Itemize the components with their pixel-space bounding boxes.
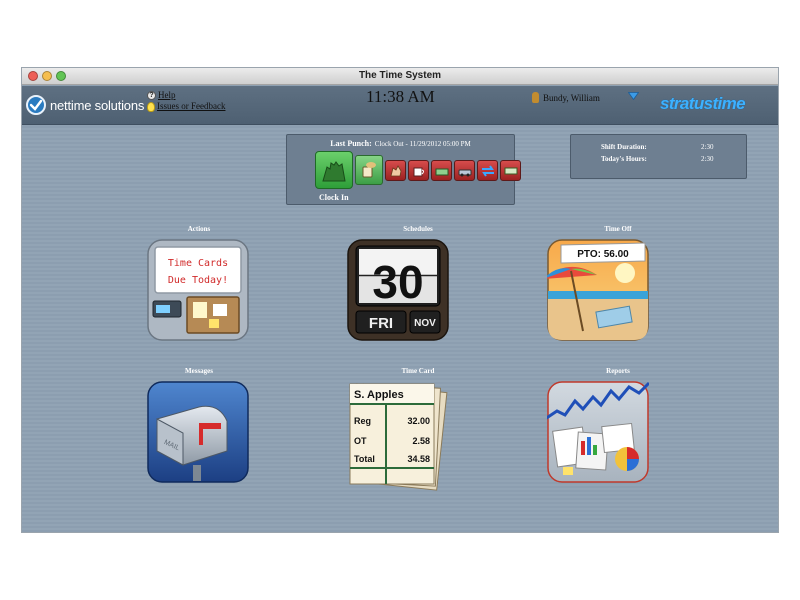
money-icon [504, 167, 517, 174]
actions-label: Actions [187, 225, 211, 233]
note-3 [209, 319, 219, 328]
punch-actions [315, 151, 521, 189]
note-1 [193, 302, 207, 318]
time-off-tile[interactable]: PTO: 56.00 [547, 239, 649, 341]
time-card-row-label: Total [354, 454, 375, 464]
brand: nettime solutions [26, 95, 144, 115]
tray-icon [435, 168, 448, 175]
clock-in-button[interactable] [315, 151, 353, 189]
last-punch-value: Clock Out - 11/29/2012 05:00 PM [374, 140, 471, 148]
todays-hours-value: 2:30 [701, 155, 714, 163]
note-2 [213, 304, 227, 316]
clock-in-label: Clock In [319, 193, 349, 202]
time-card-label: Time Card [401, 367, 435, 375]
board-line-2: Due Today! [168, 275, 228, 286]
help-link-label: Help [158, 90, 176, 100]
time-card-row-value: 2.58 [412, 436, 430, 446]
time-card-row-label: Reg [354, 416, 371, 426]
last-punch: Last Punch: Clock Out - 11/29/2012 05:00 … [287, 139, 514, 148]
todays-hours-label: Today's Hours: [601, 155, 647, 163]
board-line-1: Time Cards [168, 258, 228, 269]
actions-tile[interactable]: Time Cards Due Today! [147, 239, 249, 341]
feedback-link[interactable]: Issues or Feedback [147, 101, 225, 112]
time-clock-screen [156, 305, 170, 313]
coffee-icon [362, 162, 376, 178]
window-titlebar: The Time System [22, 68, 778, 85]
user-name: Bundy, William [543, 92, 600, 103]
hours-panel: Shift Duration: 2:30 Today's Hours: 2:30 [570, 134, 747, 179]
last-punch-label: Last Punch: [330, 139, 372, 148]
todays-hours: Today's Hours: 2:30 [601, 155, 741, 163]
time-card-row-label: OT [354, 436, 367, 446]
stratustime-logo: stratustime [660, 94, 746, 113]
app-header: nettime solutions ? Help Issues or Feedb… [22, 86, 778, 125]
transfer-button[interactable] [477, 160, 498, 181]
punch-panel: Last Punch: Clock Out - 11/29/2012 05:00 … [286, 134, 521, 205]
pto-balance: PTO: 56.00 [577, 249, 629, 260]
window-title: The Time System [358, 70, 442, 81]
dashboard: Last Punch: Clock Out - 11/29/2012 05:00 … [22, 126, 778, 532]
calendar-weekday: FRI [369, 315, 393, 332]
user-icon [532, 92, 539, 103]
mailbox-flag [199, 423, 221, 429]
time-off-label: Time Off [604, 225, 632, 233]
help-link[interactable]: ? Help [147, 90, 225, 101]
lunch-button[interactable] [431, 160, 452, 181]
time-card-row-value: 32.00 [407, 416, 430, 426]
car-icon [458, 169, 471, 176]
tips-button[interactable] [500, 160, 521, 181]
meal-break-button[interactable] [355, 155, 383, 185]
cup-icon [413, 167, 424, 176]
messages-label: Messages [185, 367, 213, 375]
calendar-day: 30 [372, 256, 423, 308]
lightbulb-icon [147, 101, 155, 112]
time-card-row-value: 34.58 [407, 454, 430, 464]
hands-icon [322, 161, 346, 182]
schedules-label: Schedules [403, 225, 433, 233]
car-button[interactable] [454, 160, 475, 181]
time-card-tile[interactable]: S. Apples Reg 32.00 OT 2.58 Total 34.58 [344, 380, 454, 492]
user-menu[interactable]: Bundy, William [532, 92, 600, 103]
current-time: 11:38 AM [366, 87, 435, 106]
time-card-employee: S. Apples [354, 389, 404, 401]
arrows-icon [481, 164, 494, 177]
hand-icon [389, 164, 401, 176]
shift-duration-value: 2:30 [701, 143, 714, 151]
feedback-link-label: Issues or Feedback [157, 101, 226, 111]
shift-duration: Shift Duration: 2:30 [601, 143, 741, 151]
schedules-tile[interactable]: 30 FRI NOV [347, 239, 449, 341]
messages-tile[interactable]: MAIL [147, 381, 249, 483]
punch-out-button[interactable] [385, 160, 406, 181]
app-window: The Time System nettime solutions ? Help… [21, 67, 779, 533]
question-icon: ? [147, 91, 156, 100]
checkmark-icon [29, 99, 43, 111]
nettime-logo-icon [26, 95, 46, 115]
reports-tile[interactable] [547, 381, 649, 483]
reports-label: Reports [606, 367, 630, 375]
help-links: ? Help Issues or Feedback [147, 90, 225, 112]
brand-name: nettime solutions [50, 97, 145, 113]
chevron-down-icon[interactable] [628, 92, 639, 100]
shift-duration-label: Shift Duration: [601, 143, 647, 151]
calendar-month: NOV [414, 318, 436, 329]
break-button[interactable] [408, 160, 429, 181]
